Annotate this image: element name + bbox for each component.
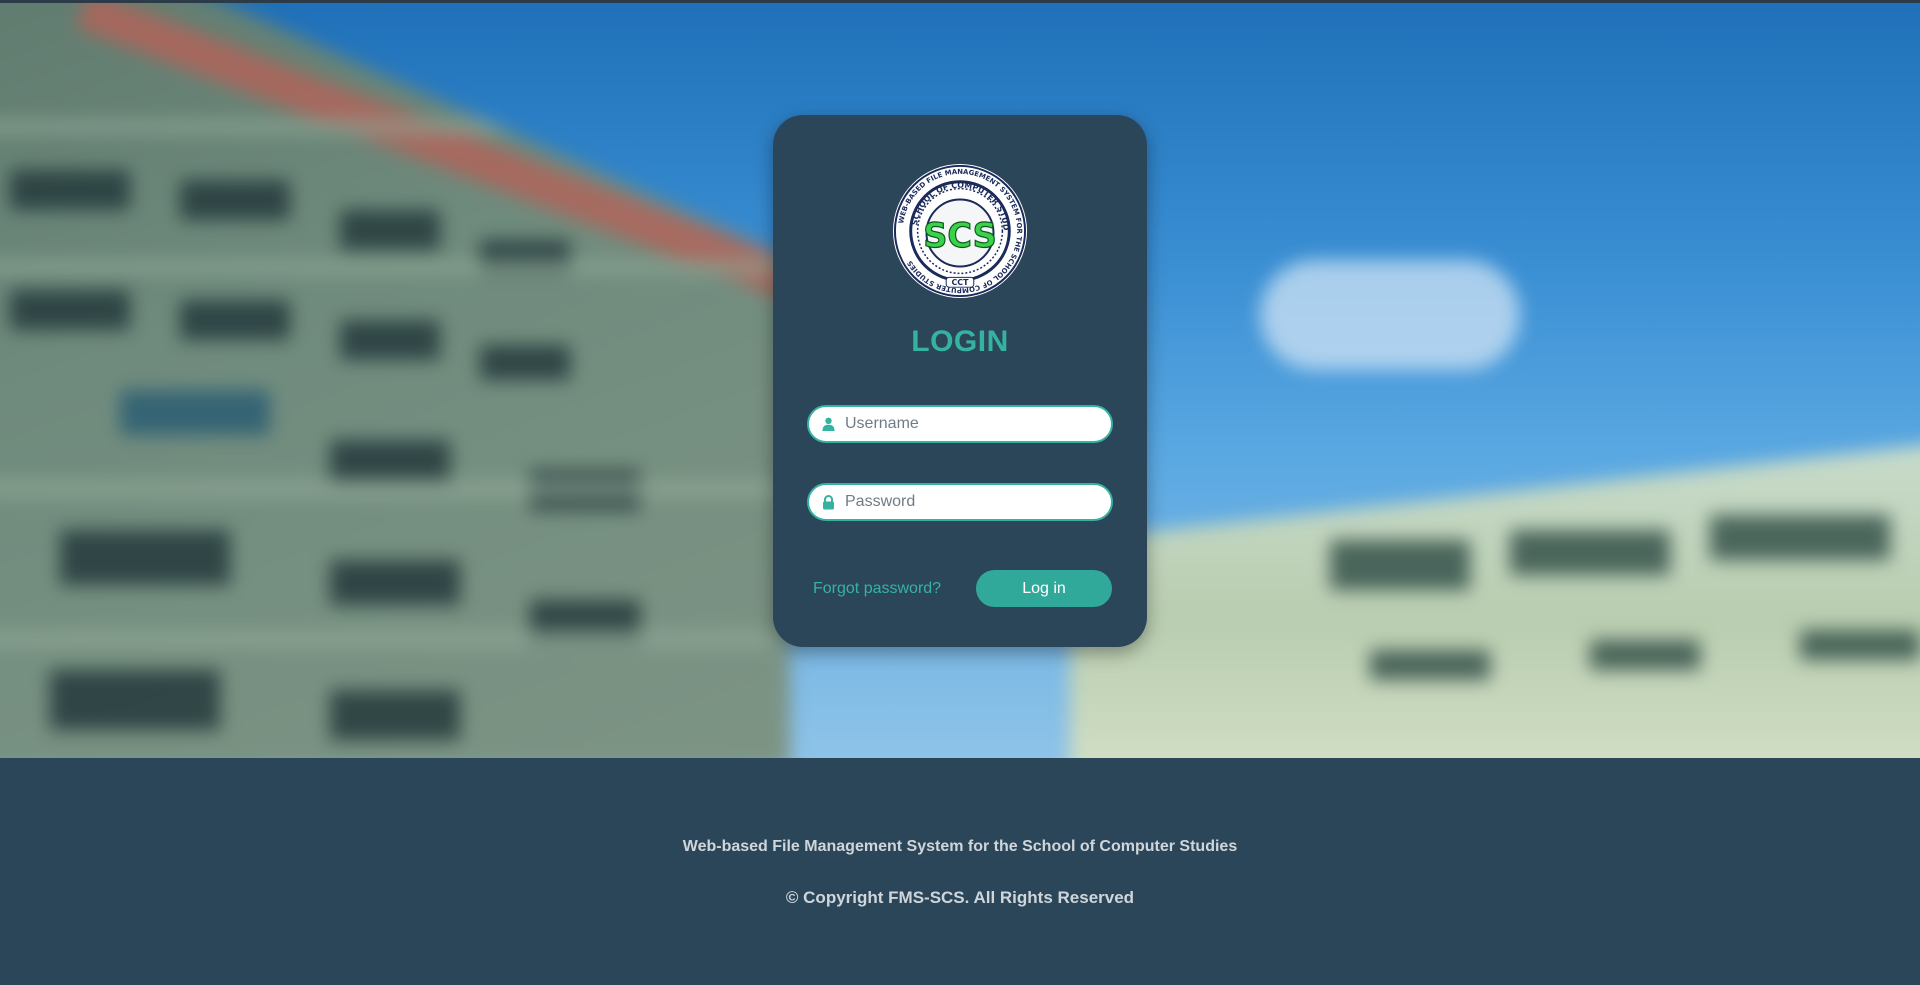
login-button[interactable]: Log in [976, 570, 1112, 607]
footer-system-name: Web-based File Management System for the… [682, 838, 1238, 855]
username-input[interactable] [845, 415, 1095, 433]
scs-logo: WEB-BASED FILE MANAGEMENT SYSTEM FOR THE… [891, 162, 1028, 299]
logo-emblem: SCS [923, 216, 996, 255]
footer: Web-based File Management System for the… [0, 758, 1920, 985]
user-icon [821, 416, 835, 432]
forgot-password-link[interactable]: Forgot password? [813, 580, 941, 598]
username-field[interactable] [807, 405, 1113, 443]
password-input[interactable] [845, 493, 1095, 511]
lock-icon [821, 494, 835, 510]
login-card: WEB-BASED FILE MANAGEMENT SYSTEM FOR THE… [773, 115, 1147, 647]
footer-copyright: © Copyright FMS-SCS. All Rights Reserved [785, 888, 1135, 907]
logo-bottom-tag: CCT [952, 278, 970, 287]
password-field[interactable] [807, 483, 1113, 521]
login-title: LOGIN [911, 325, 1009, 358]
